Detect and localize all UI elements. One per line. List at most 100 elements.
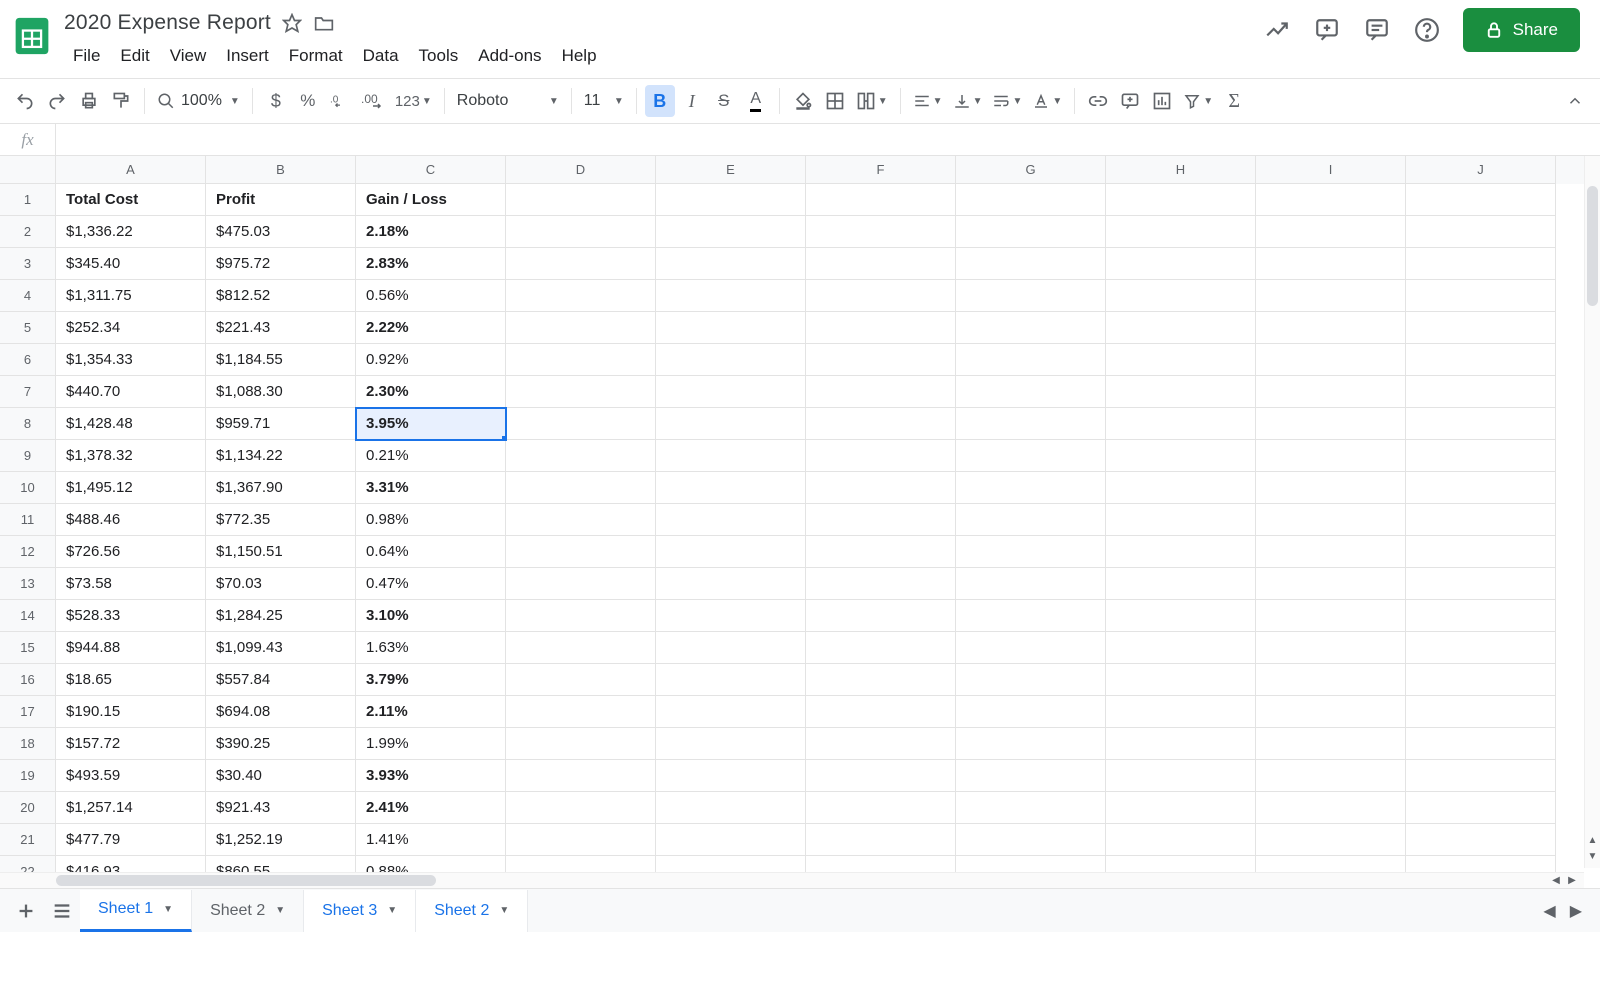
cell-B7[interactable]: $1,088.30	[206, 376, 356, 408]
cell-I6[interactable]	[1256, 344, 1406, 376]
cell-F18[interactable]	[806, 728, 956, 760]
cell-A10[interactable]: $1,495.12	[56, 472, 206, 504]
cell-I3[interactable]	[1256, 248, 1406, 280]
cell-E5[interactable]	[656, 312, 806, 344]
cell-J7[interactable]	[1406, 376, 1556, 408]
row-header-9[interactable]: 9	[0, 440, 56, 472]
cell-F12[interactable]	[806, 536, 956, 568]
cell-H19[interactable]	[1106, 760, 1256, 792]
cell-G20[interactable]	[956, 792, 1106, 824]
cell-A1[interactable]: Total Cost	[56, 184, 206, 216]
cell-F10[interactable]	[806, 472, 956, 504]
cell-J2[interactable]	[1406, 216, 1556, 248]
cell-D10[interactable]	[506, 472, 656, 504]
cell-I18[interactable]	[1256, 728, 1406, 760]
cell-C5[interactable]: 2.22%	[356, 312, 506, 344]
cell-D17[interactable]	[506, 696, 656, 728]
cell-J16[interactable]	[1406, 664, 1556, 696]
cell-G8[interactable]	[956, 408, 1106, 440]
cell-F9[interactable]	[806, 440, 956, 472]
cell-I5[interactable]	[1256, 312, 1406, 344]
column-header-F[interactable]: F	[806, 156, 956, 184]
decrease-decimal-button[interactable]: .0	[325, 85, 355, 117]
row-header-18[interactable]: 18	[0, 728, 56, 760]
cell-F8[interactable]	[806, 408, 956, 440]
row-header-17[interactable]: 17	[0, 696, 56, 728]
scroll-right-icon[interactable]: ▶	[1564, 873, 1580, 888]
cell-I21[interactable]	[1256, 824, 1406, 856]
scroll-up-icon[interactable]: ▲	[1585, 832, 1600, 848]
cell-E9[interactable]	[656, 440, 806, 472]
paint-format-button[interactable]	[106, 85, 136, 117]
cell-B3[interactable]: $975.72	[206, 248, 356, 280]
cell-J5[interactable]	[1406, 312, 1556, 344]
cell-H18[interactable]	[1106, 728, 1256, 760]
cell-H15[interactable]	[1106, 632, 1256, 664]
cell-A21[interactable]: $477.79	[56, 824, 206, 856]
cell-F3[interactable]	[806, 248, 956, 280]
cell-J20[interactable]	[1406, 792, 1556, 824]
menu-insert[interactable]: Insert	[217, 42, 278, 70]
cell-H1[interactable]	[1106, 184, 1256, 216]
cell-B1[interactable]: Profit	[206, 184, 356, 216]
cell-I9[interactable]	[1256, 440, 1406, 472]
menu-format[interactable]: Format	[280, 42, 352, 70]
cell-D7[interactable]	[506, 376, 656, 408]
cell-C7[interactable]: 2.30%	[356, 376, 506, 408]
row-header-12[interactable]: 12	[0, 536, 56, 568]
cell-C4[interactable]: 0.56%	[356, 280, 506, 312]
increase-decimal-button[interactable]: .00	[357, 85, 389, 117]
share-button[interactable]: Share	[1463, 8, 1580, 52]
cell-A18[interactable]: $157.72	[56, 728, 206, 760]
cell-D8[interactable]	[506, 408, 656, 440]
cell-A3[interactable]: $345.40	[56, 248, 206, 280]
comment-add-icon[interactable]	[1313, 16, 1341, 44]
cell-G11[interactable]	[956, 504, 1106, 536]
column-header-B[interactable]: B	[206, 156, 356, 184]
cell-H3[interactable]	[1106, 248, 1256, 280]
cell-H5[interactable]	[1106, 312, 1256, 344]
cell-G6[interactable]	[956, 344, 1106, 376]
text-wrap-dropdown[interactable]: ▼	[988, 85, 1026, 117]
all-sheets-button[interactable]	[44, 893, 80, 929]
cell-E10[interactable]	[656, 472, 806, 504]
print-button[interactable]	[74, 85, 104, 117]
cell-G2[interactable]	[956, 216, 1106, 248]
row-header-16[interactable]: 16	[0, 664, 56, 696]
cell-B8[interactable]: $959.71	[206, 408, 356, 440]
cell-B17[interactable]: $694.08	[206, 696, 356, 728]
cell-D13[interactable]	[506, 568, 656, 600]
cell-J10[interactable]	[1406, 472, 1556, 504]
redo-button[interactable]	[42, 85, 72, 117]
row-header-1[interactable]: 1	[0, 184, 56, 216]
insert-chart-button[interactable]	[1147, 85, 1177, 117]
cell-A7[interactable]: $440.70	[56, 376, 206, 408]
column-header-E[interactable]: E	[656, 156, 806, 184]
cell-E19[interactable]	[656, 760, 806, 792]
cell-A4[interactable]: $1,311.75	[56, 280, 206, 312]
cell-B18[interactable]: $390.25	[206, 728, 356, 760]
scrollbar-thumb[interactable]	[1587, 186, 1598, 306]
functions-button[interactable]: Σ	[1219, 85, 1249, 117]
cell-F21[interactable]	[806, 824, 956, 856]
cell-G1[interactable]	[956, 184, 1106, 216]
cell-E12[interactable]	[656, 536, 806, 568]
cell-E13[interactable]	[656, 568, 806, 600]
cell-C15[interactable]: 1.63%	[356, 632, 506, 664]
format-currency-button[interactable]: $	[261, 85, 291, 117]
cell-F11[interactable]	[806, 504, 956, 536]
cell-E1[interactable]	[656, 184, 806, 216]
caret-down-icon[interactable]: ▼	[387, 905, 397, 916]
cell-E15[interactable]	[656, 632, 806, 664]
cell-C20[interactable]: 2.41%	[356, 792, 506, 824]
cell-J1[interactable]	[1406, 184, 1556, 216]
column-header-G[interactable]: G	[956, 156, 1106, 184]
cell-D16[interactable]	[506, 664, 656, 696]
cell-I13[interactable]	[1256, 568, 1406, 600]
sheet-tab-0[interactable]: Sheet 1▼	[80, 890, 192, 932]
cell-B11[interactable]: $772.35	[206, 504, 356, 536]
cell-F14[interactable]	[806, 600, 956, 632]
cell-D14[interactable]	[506, 600, 656, 632]
horizontal-align-dropdown[interactable]: ▼	[909, 85, 947, 117]
cell-H2[interactable]	[1106, 216, 1256, 248]
